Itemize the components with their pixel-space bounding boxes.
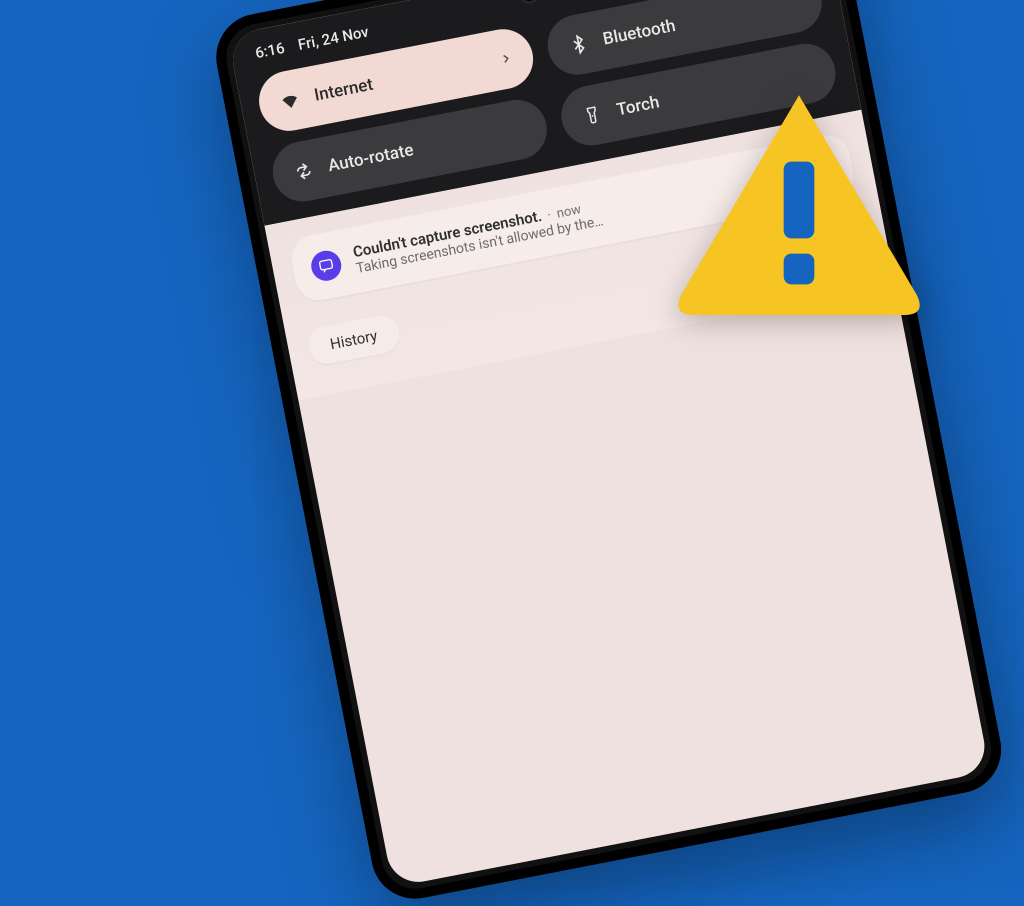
torch-icon [580, 102, 606, 128]
clear-all-button[interactable]: Clear all [767, 222, 870, 278]
history-button[interactable]: History [305, 312, 402, 367]
chat-icon [309, 248, 344, 283]
wifi-icon [277, 88, 303, 114]
phone-frame: 6:16 Fri, 24 Nov [209, 0, 1009, 906]
tile-label: Internet [313, 75, 375, 106]
chevron-right-icon [498, 50, 514, 66]
phone-screen: 6:16 Fri, 24 Nov [227, 0, 989, 887]
clear-all-label: Clear all [790, 236, 846, 264]
tile-label: Torch [615, 92, 661, 120]
tile-label: Auto-rotate [326, 140, 415, 176]
tile-label: Bluetooth [601, 16, 677, 50]
status-date: Fri, 24 Nov [296, 23, 370, 54]
history-label: History [329, 326, 379, 353]
bluetooth-icon [566, 32, 592, 58]
autorotate-icon [291, 158, 317, 184]
status-time: 6:16 [254, 39, 286, 62]
notification-separator: · [546, 208, 552, 223]
